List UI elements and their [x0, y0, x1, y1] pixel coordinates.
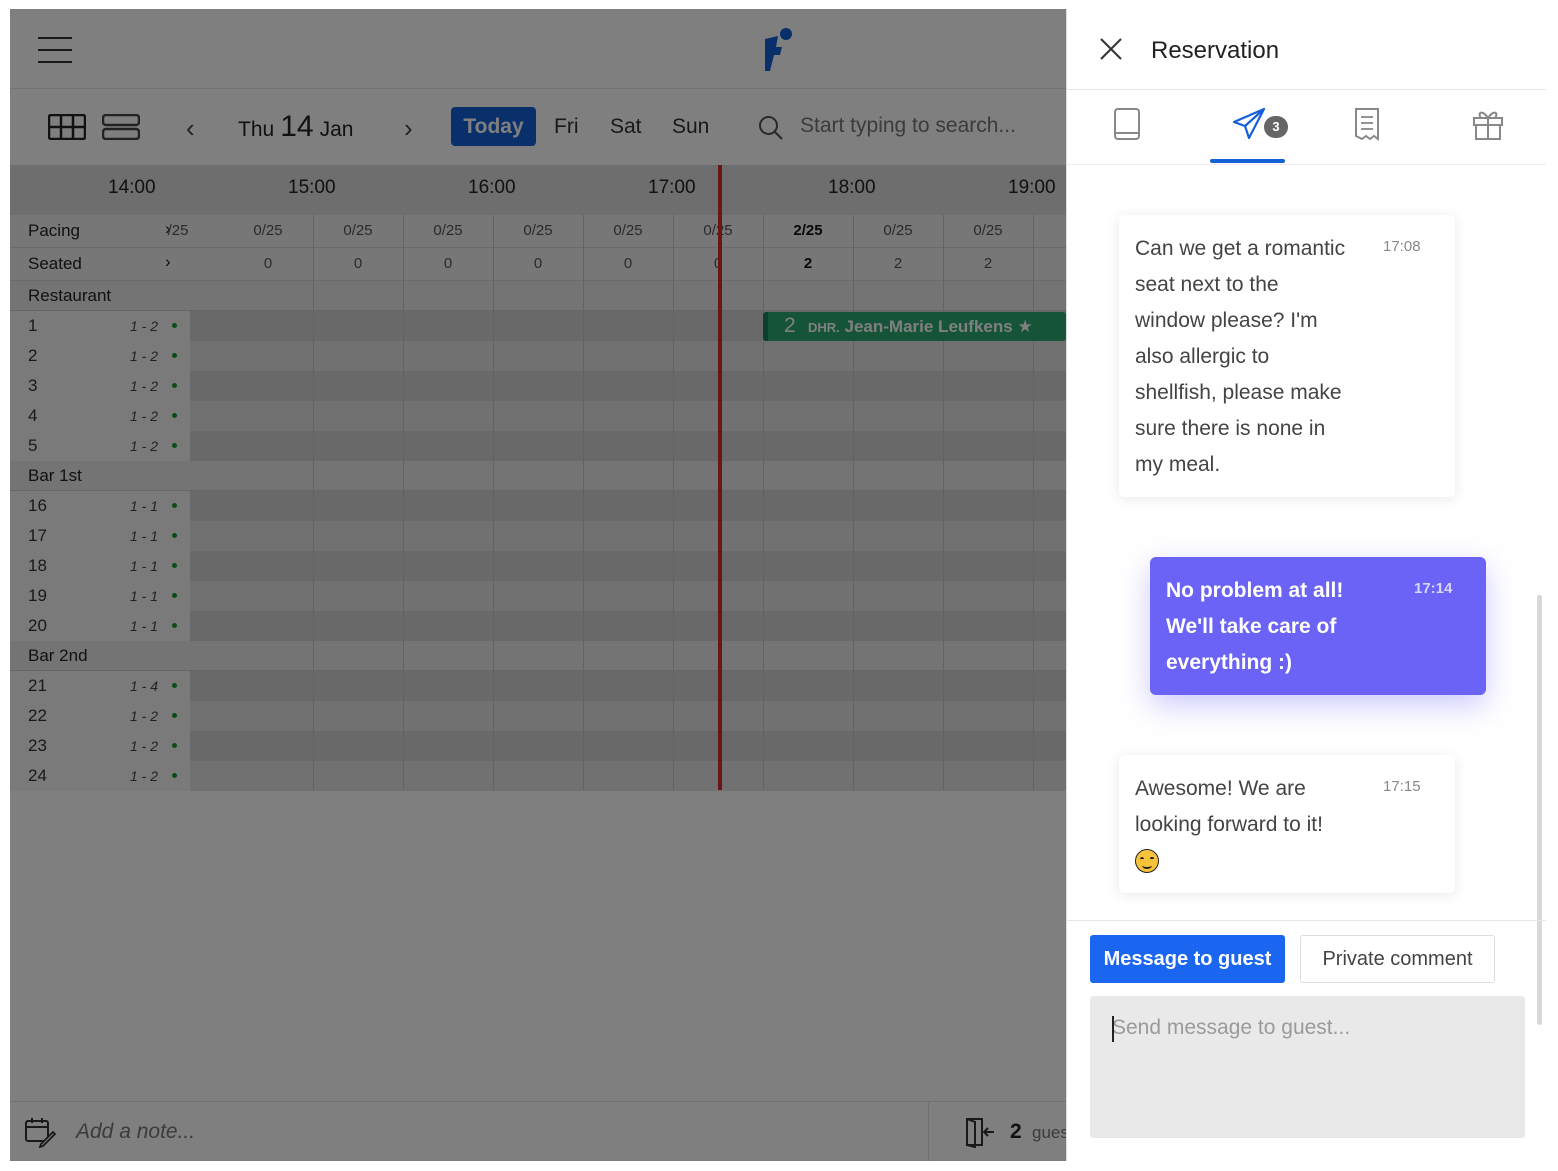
- floorplan-view: ‹ Thu14Jan › Today Fri Sat Sun Start typ…: [10, 9, 1066, 1161]
- paper-plane-icon: [1232, 107, 1266, 140]
- message-line: everything :): [1166, 651, 1293, 674]
- close-icon[interactable]: [1099, 37, 1123, 61]
- message-input-placeholder: Send message to guest...: [1112, 1016, 1351, 1039]
- divider: [1067, 89, 1546, 90]
- incoming-message: Awesome! We are looking forward to it! 17…: [1119, 755, 1455, 893]
- message-time: 17:14: [1414, 580, 1453, 597]
- message-line: No problem at all!: [1166, 579, 1344, 602]
- message-thread[interactable]: Can we get a romantic seat next to the win…: [1067, 165, 1546, 1025]
- app-window: ‹ Thu14Jan › Today Fri Sat Sun Start typ…: [10, 9, 1546, 1161]
- tab-details[interactable]: [1097, 107, 1157, 167]
- message-input[interactable]: Send message to guest...: [1090, 996, 1525, 1138]
- message-line: seat next to the: [1135, 273, 1279, 296]
- message-line: Awesome! We are: [1135, 777, 1306, 800]
- tab-messages[interactable]: [1217, 107, 1277, 167]
- receipt-icon: [1355, 108, 1379, 141]
- message-time: 17:08: [1383, 238, 1421, 255]
- tab-gift[interactable]: [1457, 107, 1517, 167]
- message-line: sure there is none in: [1135, 417, 1326, 440]
- message-line: shellfish, please make: [1135, 381, 1342, 404]
- message-count-badge: 3: [1264, 116, 1288, 138]
- private-comment-button[interactable]: Private comment: [1300, 935, 1495, 983]
- modal-backdrop[interactable]: [10, 9, 1066, 1161]
- scrollbar[interactable]: [1537, 595, 1542, 1025]
- message-text: No problem at all! We'll take care of ever…: [1166, 573, 1343, 681]
- gift-icon: [1473, 111, 1503, 140]
- message-line: looking forward to it!: [1135, 813, 1323, 836]
- incoming-message: Can we get a romantic seat next to the win…: [1119, 215, 1455, 497]
- outgoing-message: No problem at all! We'll take care of ever…: [1150, 557, 1486, 695]
- message-text: Can we get a romantic seat next to the win…: [1135, 231, 1345, 483]
- message-line: window please? I'm: [1135, 309, 1318, 332]
- message-time: 17:15: [1383, 778, 1421, 795]
- tab-receipt[interactable]: [1337, 107, 1397, 167]
- panel-title: Reservation: [1151, 37, 1280, 64]
- message-line: Can we get a romantic: [1135, 237, 1346, 260]
- reservation-panel: Reservation 3 Can we get a romantic seat…: [1066, 9, 1546, 1161]
- smiley-emoji-icon: [1135, 843, 1323, 879]
- divider: [1067, 920, 1546, 921]
- book-icon: [1114, 108, 1140, 140]
- text-caret: [1112, 1016, 1114, 1042]
- message-line: We'll take care of: [1166, 615, 1337, 638]
- message-line: also allergic to: [1135, 345, 1270, 368]
- message-to-guest-button[interactable]: Message to guest: [1090, 935, 1285, 983]
- message-text: Awesome! We are looking forward to it!: [1135, 771, 1323, 879]
- active-tab-indicator: [1210, 159, 1285, 163]
- message-line: my meal.: [1135, 453, 1221, 476]
